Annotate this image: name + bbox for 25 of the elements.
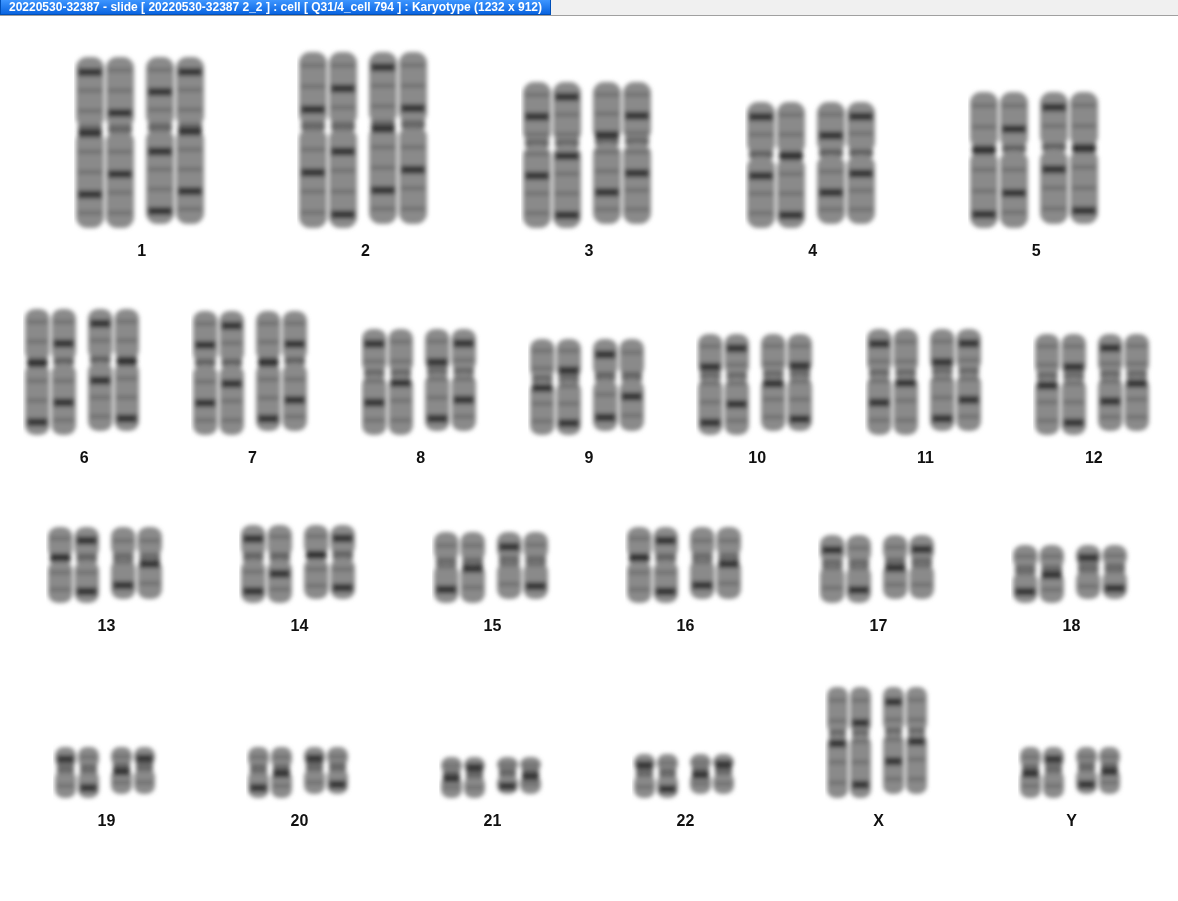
chromosome-label: 12 [1084,449,1103,467]
chromosome-label: 15 [483,617,502,635]
chromosome-label: 8 [416,449,426,467]
chromosome-label: 10 [748,449,767,467]
chromosome-label: 14 [290,617,309,635]
chromosome-label: 3 [584,242,594,260]
chromosome-label: 18 [1062,617,1081,635]
chromosome-label: 5 [1031,242,1041,260]
chromosome-label: 6 [79,449,89,467]
chromosome-label: Y [1066,812,1077,830]
chromosome-label: 9 [584,449,594,467]
chromosome-label: 4 [808,242,818,260]
chromosome-label: 22 [676,812,695,830]
chromosome-label: 1 [137,242,147,260]
chromosome-label: 13 [97,617,116,635]
chromosome-label: 16 [676,617,695,635]
chromosome-label: 2 [360,242,370,260]
chromosome-label: 7 [247,449,257,467]
chromosome-label: 19 [97,812,116,830]
chromosome-label: 20 [290,812,309,830]
window-title: 20220530-32387 - slide [ 20220530-32387 2_2 ] : cell [ Q31/4_cell 794 ] : Karyotype (1232 x 912) [0,0,551,15]
chromosome-label: X [873,812,884,830]
chromosome-label: 11 [917,449,934,467]
chromosome-label: 17 [869,617,888,635]
chromosome-label: 21 [483,812,502,830]
